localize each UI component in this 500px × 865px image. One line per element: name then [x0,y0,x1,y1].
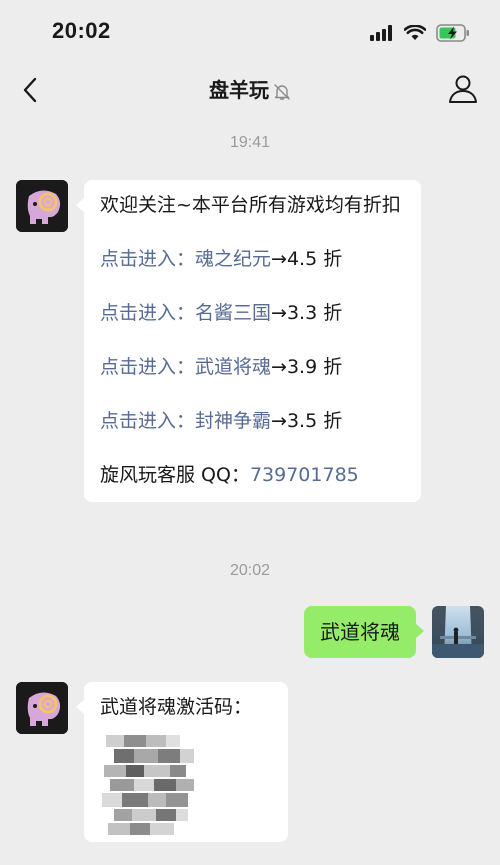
timestamp: 20:02 [229,562,271,579]
service-label: 旋风玩客服 QQ： [100,464,250,486]
chat-header: 盘羊玩 [0,62,500,118]
status-bar: 20:02 [0,0,500,62]
self-avatar-photo [432,606,484,658]
service-line: 旋风玩客服 QQ：739701785 [100,461,406,489]
game-discount: →4.5 折 [271,248,343,270]
welcome-intro: 欢迎关注~本平台所有游戏均有折扣 [100,194,401,216]
sent-message-text: 武道将魂 [320,620,400,644]
game-link-name[interactable]: 名酱三国 [195,302,271,324]
game-discount: →3.9 折 [271,356,343,378]
game-link-prefix[interactable]: 点击进入： [100,356,195,378]
battery-charging-icon [436,24,469,42]
ram-logo-icon [16,682,68,734]
chat-title-wrap: 盘羊玩 [0,74,500,103]
self-avatar[interactable] [432,606,484,658]
signal-icon [370,25,392,41]
reply-message[interactable]: 武道将魂激活码： [76,682,288,842]
game-link-line: 点击进入：武道将魂→3.9 折 [100,353,406,381]
game-discount: →3.3 折 [271,302,343,324]
game-link-prefix[interactable]: 点击进入： [100,248,195,270]
game-link-line: 点击进入：名酱三国→3.3 折 [100,299,406,327]
profile-icon[interactable] [446,72,480,106]
sent-message[interactable]: 武道将魂 [304,606,424,658]
game-link-prefix[interactable]: 点击进入： [100,410,195,432]
game-link-name[interactable]: 武道将魂 [195,356,271,378]
service-qq[interactable]: 739701785 [250,464,359,486]
game-link-name[interactable]: 封神争霸 [195,410,271,432]
game-link-line: 点击进入：魂之纪元→4.5 折 [100,245,406,273]
welcome-message[interactable]: 欢迎关注~本平台所有游戏均有折扣 点击进入：魂之纪元→4.5 折 点击进入：名酱… [76,180,421,502]
avatar[interactable] [16,180,68,232]
wifi-icon [404,25,426,40]
game-link-prefix[interactable]: 点击进入： [100,302,195,324]
mute-bell-icon [274,83,290,100]
reply-message-text: 武道将魂激活码： [100,696,253,718]
status-icons [370,22,470,44]
status-time: 20:02 [52,18,111,43]
redacted-code [100,733,210,839]
chat-title: 盘羊玩 [209,78,269,102]
game-link-name[interactable]: 魂之纪元 [195,248,271,270]
avatar[interactable] [16,682,68,734]
timestamp: 19:41 [229,134,271,151]
game-discount: →3.5 折 [271,410,343,432]
ram-logo-icon [16,180,68,232]
game-link-line: 点击进入：封神争霸→3.5 折 [100,407,406,435]
redacted-code-mosaic [102,735,194,835]
